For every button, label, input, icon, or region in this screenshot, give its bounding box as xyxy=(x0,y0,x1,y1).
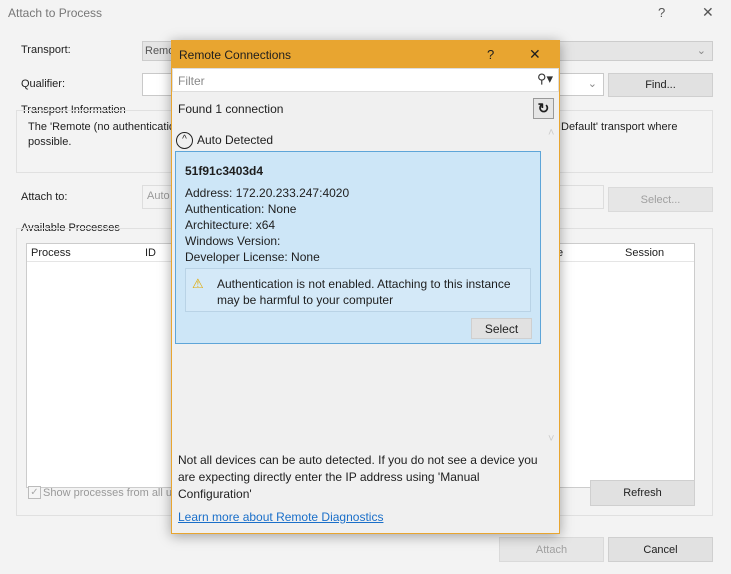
column-process[interactable]: Process xyxy=(31,247,71,259)
select-button[interactable]: Select... xyxy=(608,187,713,212)
close-button[interactable]: ✕ xyxy=(702,4,714,21)
find-button[interactable]: Find... xyxy=(608,73,713,97)
filter-placeholder: Filter xyxy=(178,74,205,88)
device-windows-version: Windows Version: xyxy=(185,234,281,248)
show-all-users-checkbox[interactable]: ✓ xyxy=(28,486,41,499)
found-count: Found 1 connection xyxy=(178,102,284,116)
attach-button[interactable]: Attach xyxy=(499,537,604,562)
transport-label: Transport: xyxy=(21,44,71,56)
collapse-chevron-icon[interactable]: ^ xyxy=(176,132,193,149)
refresh-button[interactable]: Refresh xyxy=(590,480,695,506)
warning-text: Authentication is not enabled. Attaching… xyxy=(217,277,511,307)
device-select-button[interactable]: Select xyxy=(471,318,532,339)
device-card[interactable]: 51f91c3403d4 Address: 172.20.233.247:402… xyxy=(175,151,541,344)
dialog-close-button[interactable]: ✕ xyxy=(529,46,541,63)
transport-info-text-right: Default' transport where xyxy=(561,121,678,133)
transport-info-text-2: possible. xyxy=(28,136,72,148)
note-text: Not all devices can be auto detected. If… xyxy=(178,453,538,501)
device-authentication: Authentication: None xyxy=(185,202,297,216)
attach-to-value: Auto xyxy=(147,190,170,202)
device-name: 51f91c3403d4 xyxy=(185,164,264,178)
refresh-icon[interactable]: ↻ xyxy=(533,98,554,119)
qualifier-label: Qualifier: xyxy=(21,78,66,90)
transport-value: Remo xyxy=(145,45,175,57)
learn-more-link[interactable]: Learn more about Remote Diagnostics xyxy=(178,510,383,524)
group-auto-detected[interactable]: Auto Detected xyxy=(197,133,273,147)
dialog-help-button[interactable]: ? xyxy=(487,47,494,62)
device-details: Address: 172.20.233.247:4020 Authenticat… xyxy=(185,185,349,265)
device-address: Address: 172.20.233.247:4020 xyxy=(185,186,350,200)
chevron-down-icon: ⌄ xyxy=(696,45,706,57)
remote-connections-dialog: Remote Connections ? ✕ Filter ⚲▾ Found 1… xyxy=(171,40,560,534)
help-button[interactable]: ? xyxy=(658,5,665,20)
warning-box: ⚠ Authentication is not enabled. Attachi… xyxy=(185,268,531,312)
window-title: Attach to Process xyxy=(8,6,103,20)
transport-info-text: The 'Remote (no authenticatio xyxy=(28,121,176,133)
scroll-up-icon[interactable]: ˄ xyxy=(548,127,554,139)
filter-input[interactable]: Filter ⚲▾ xyxy=(172,68,559,92)
search-icon[interactable]: ⚲▾ xyxy=(537,71,553,87)
show-all-users-label: Show processes from all use xyxy=(43,487,184,499)
chevron-down-icon: ⌄ xyxy=(587,78,597,90)
scroll-down-icon[interactable]: ˅ xyxy=(548,433,554,445)
attach-to-label: Attach to: xyxy=(21,191,68,203)
column-id[interactable]: ID xyxy=(145,247,156,259)
column-session[interactable]: Session xyxy=(625,247,664,259)
warning-icon: ⚠ xyxy=(192,276,204,291)
dialog-titlebar: Remote Connections ? ✕ xyxy=(172,41,559,68)
device-developer-license: Developer License: None xyxy=(185,250,320,264)
cancel-button[interactable]: Cancel xyxy=(608,537,713,562)
device-architecture: Architecture: x64 xyxy=(185,218,276,232)
dialog-title: Remote Connections xyxy=(179,48,292,62)
